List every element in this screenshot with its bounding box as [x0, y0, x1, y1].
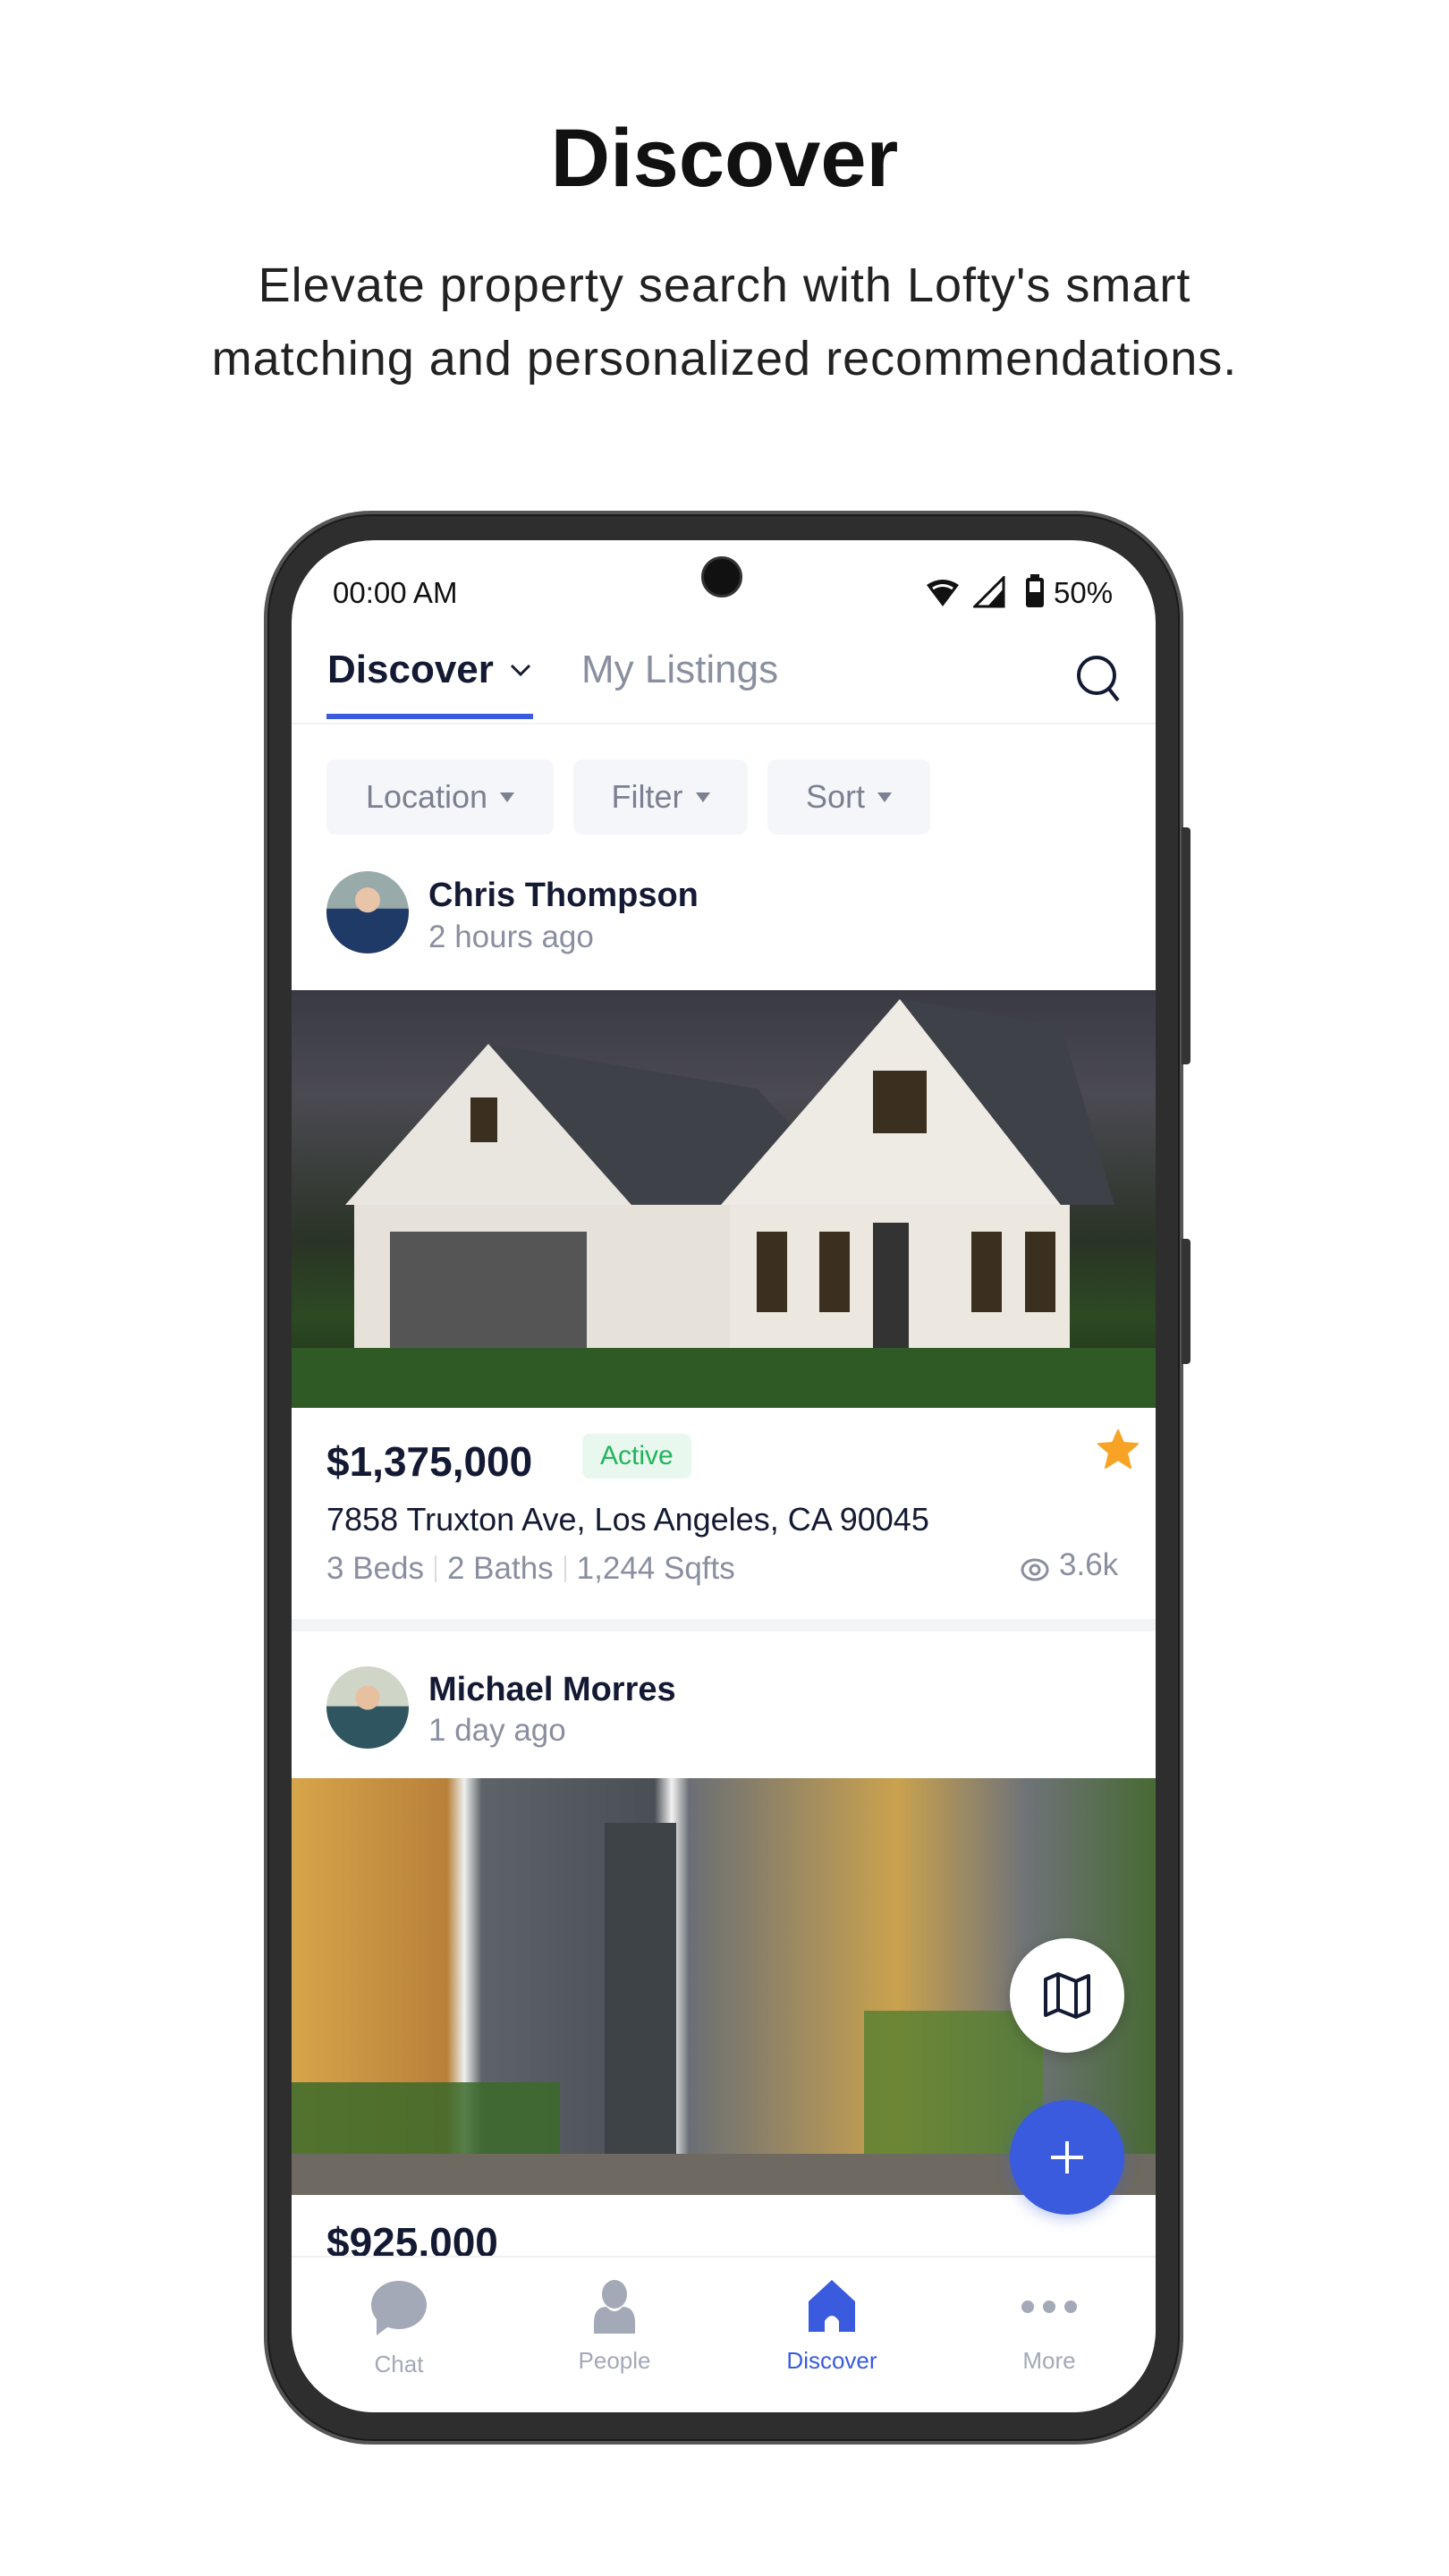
spec-divider	[434, 1555, 436, 1582]
view-count: 3.6k	[1059, 1547, 1119, 1582]
caret-down-icon	[695, 792, 710, 802]
add-button[interactable]	[1010, 2100, 1124, 2215]
home-icon	[809, 2280, 855, 2332]
nav-more[interactable]: More	[960, 2280, 1139, 2375]
post-time: 2 hours ago	[428, 919, 594, 954]
star-icon[interactable]	[1097, 1428, 1140, 1470]
chevron-down-icon	[510, 664, 530, 677]
status-badge: Active	[582, 1434, 691, 1479]
nav-people[interactable]: People	[525, 2280, 704, 2375]
chip-label: Sort	[805, 778, 866, 815]
agent-name[interactable]: Michael Morres	[428, 1671, 676, 1709]
listing-price: $1,375,000	[326, 1438, 533, 1485]
battery-percent: 50%	[1054, 576, 1114, 609]
sort-chip[interactable]: Sort	[767, 759, 930, 835]
wifi-icon	[927, 580, 959, 606]
status-time: 00:00 AM	[333, 576, 458, 609]
filter-chip[interactable]: Filter	[573, 759, 748, 835]
nav-label: Chat	[374, 2351, 424, 2377]
camera-icon	[701, 556, 742, 597]
signal-icon	[973, 576, 1005, 608]
listing-specs: 3 Beds 2 Baths 1,244 Sqfts	[326, 1551, 735, 1587]
agent-name[interactable]: Chris Thompson	[428, 877, 699, 915]
map-icon	[1044, 1972, 1090, 2019]
hero-subtitle-line-1: Elevate property search with Lofty's sma…	[258, 258, 1191, 312]
battery-icon	[1026, 574, 1044, 607]
active-tab-indicator	[326, 714, 533, 719]
listing-photo[interactable]	[292, 990, 1156, 1408]
nav-discover[interactable]: Discover	[742, 2280, 921, 2375]
plus-icon	[1051, 2141, 1083, 2174]
caret-down-icon	[877, 792, 893, 802]
listing-address: 7858 Truxton Ave, Los Angeles, CA 90045	[326, 1501, 929, 1538]
app-screen: 00:00 AM 50% Discover My Listings Locati…	[292, 540, 1156, 2412]
tab-label: Discover	[327, 648, 494, 691]
hero-title: Discover	[550, 113, 899, 204]
tab-my-listings[interactable]: My Listings	[581, 648, 778, 692]
map-view-button[interactable]	[1010, 1938, 1124, 2053]
post-separator	[292, 1619, 1156, 1631]
search-icon[interactable]	[1075, 654, 1122, 704]
agent-avatar[interactable]	[326, 1666, 409, 1749]
nav-label: More	[1022, 2347, 1076, 2374]
nav-label: People	[578, 2347, 651, 2374]
eye-icon	[1021, 1558, 1049, 1581]
post-time: 1 day ago	[428, 1713, 566, 1748]
person-icon	[594, 2280, 635, 2334]
baths: 2 Baths	[446, 1551, 554, 1586]
spec-divider	[564, 1555, 566, 1582]
nav-chat[interactable]: Chat	[309, 2280, 488, 2378]
caret-down-icon	[500, 792, 515, 802]
agent-avatar[interactable]	[326, 871, 409, 953]
nav-label: Discover	[786, 2347, 877, 2374]
tab-discover[interactable]: Discover	[327, 648, 531, 692]
more-icon	[1021, 2301, 1077, 2313]
sqft: 1,244 Sqfts	[576, 1551, 735, 1586]
power-button	[1182, 1239, 1191, 1364]
location-filter-chip[interactable]: Location	[326, 759, 554, 835]
volume-button	[1182, 827, 1191, 1064]
chip-label: Location	[365, 778, 488, 815]
chip-label: Filter	[611, 778, 683, 815]
house-illustration	[292, 999, 1156, 1408]
header-divider	[292, 723, 1156, 724]
beds: 3 Beds	[326, 1551, 424, 1586]
chat-icon	[371, 2281, 427, 2335]
hero-subtitle-line-2: matching and personalized recommendation…	[211, 332, 1238, 386]
